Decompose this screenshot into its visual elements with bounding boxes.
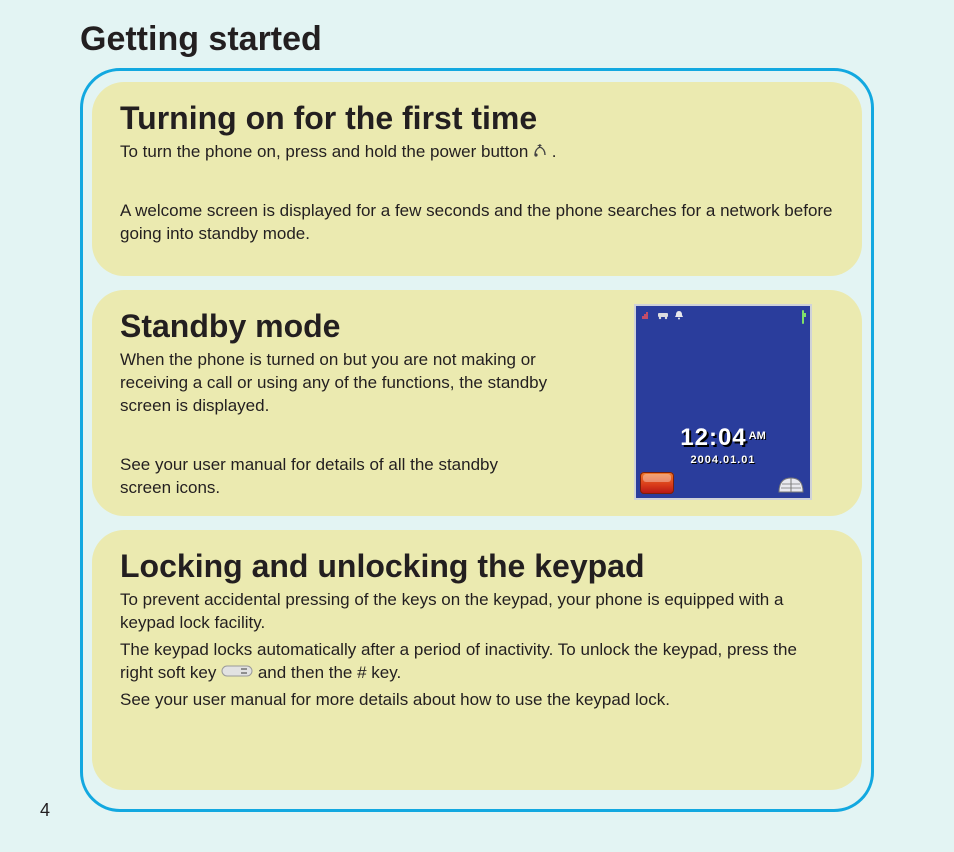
section-title: Turning on for the first time: [120, 100, 834, 137]
text-fragment: To turn the phone on, press and hold the…: [120, 142, 533, 161]
section-locking: Locking and unlocking the keypad To prev…: [92, 530, 862, 790]
phone-softkey-row: [640, 472, 806, 494]
body-text: When the phone is turned on but you are …: [120, 349, 550, 418]
phone-ampm: AM: [749, 430, 766, 442]
section-title: Standby mode: [120, 308, 550, 345]
phone-date: 2004.01.01: [636, 454, 810, 466]
phone-status-bar: [642, 310, 804, 323]
phone-left-softkey-icon: [640, 472, 674, 494]
body-text: A welcome screen is displayed for a few …: [120, 200, 834, 246]
body-text: To turn the phone on, press and hold the…: [120, 141, 834, 164]
body-text: See your user manual for more details ab…: [120, 689, 834, 712]
body-text: The keypad locks automatically after a p…: [120, 639, 834, 685]
page-number: 4: [40, 800, 50, 821]
bell-icon: [674, 310, 684, 320]
power-icon: [533, 141, 547, 164]
softkey-icon: [221, 662, 253, 685]
phone-time: 12:04: [680, 424, 746, 452]
phone-clock: 12:04AM 2004.01.01: [636, 424, 810, 466]
phone-right-softkey-icon: [776, 472, 806, 494]
car-icon: [657, 310, 669, 320]
phone-status-icons: [642, 310, 686, 323]
battery-icon: [802, 311, 804, 323]
section-turning-on: Turning on for the first time To turn th…: [92, 82, 862, 276]
section-title: Locking and unlocking the keypad: [120, 548, 834, 585]
page-title: Getting started: [80, 20, 322, 59]
section-standby: Standby mode When the phone is turned on…: [92, 290, 862, 516]
text-fragment: .: [552, 142, 557, 161]
body-text: See your user manual for details of all …: [120, 454, 550, 500]
text-fragment: and then the # key.: [258, 663, 401, 682]
phone-screenshot: 12:04AM 2004.01.01: [634, 304, 812, 500]
body-text: To prevent accidental pressing of the ke…: [120, 589, 834, 635]
signal-icon: [642, 310, 652, 320]
